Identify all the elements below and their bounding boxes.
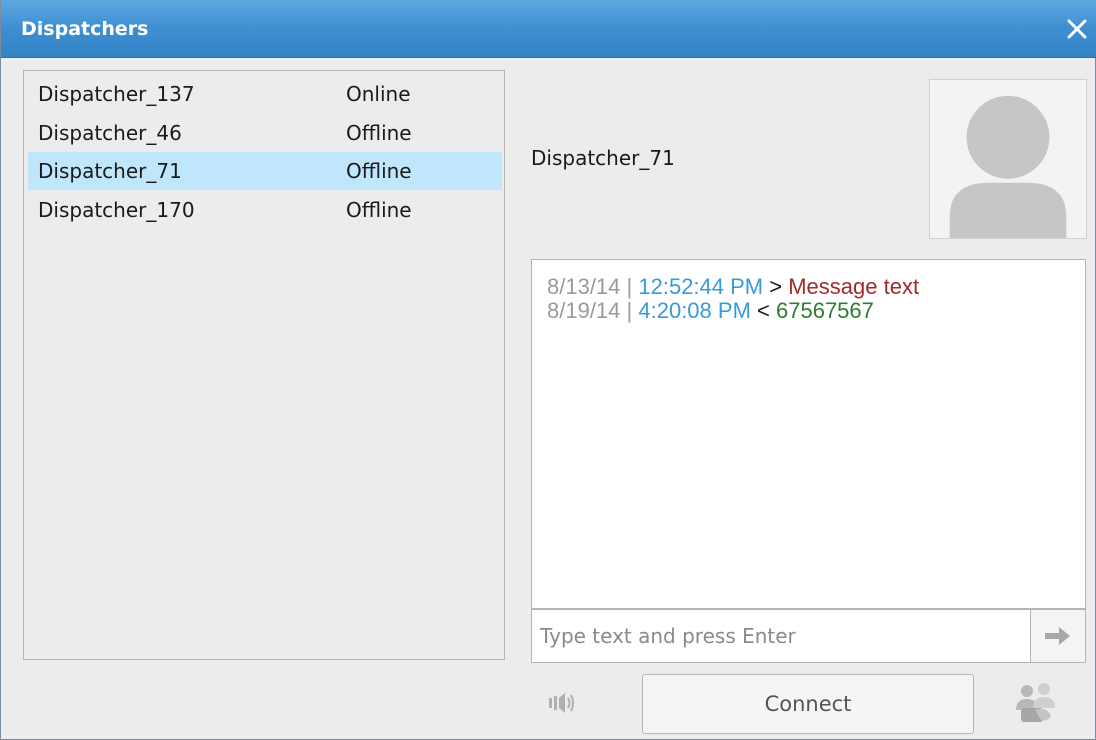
message-separator: | xyxy=(626,274,633,299)
dispatcher-row[interactable]: Dispatcher_137 Online xyxy=(28,75,502,113)
dispatcher-list[interactable]: Dispatcher_137 Online Dispatcher_46 Offline… xyxy=(23,70,505,660)
window-title: Dispatchers xyxy=(21,18,149,40)
group-call-button[interactable] xyxy=(1011,680,1061,726)
dispatcher-row[interactable]: Dispatcher_71 Offline xyxy=(28,152,502,190)
chat-message: 8/19/14 | 4:20:08 PM < 67567567 xyxy=(547,299,1085,323)
selected-dispatcher-name: Dispatcher_71 xyxy=(531,146,675,170)
avatar xyxy=(929,79,1087,239)
dispatcher-status: Offline xyxy=(346,159,412,183)
message-separator: | xyxy=(626,298,633,323)
message-time: 12:52:44 PM xyxy=(638,274,764,299)
dispatchers-window: Dispatchers Dispatcher_137 Online Dispatch… xyxy=(0,0,1096,740)
message-text: Message text xyxy=(788,274,920,299)
chat-history: 8/13/14 | 12:52:44 PM > Message text 8/19… xyxy=(531,259,1086,609)
dispatcher-name: Dispatcher_46 xyxy=(38,120,182,145)
speaker-button[interactable] xyxy=(542,686,582,720)
user-avatar-icon xyxy=(949,95,1067,238)
message-direction: > xyxy=(769,274,783,299)
message-text: 67567567 xyxy=(776,298,874,323)
dispatcher-row[interactable]: Dispatcher_170 Offline xyxy=(28,191,502,229)
speaker-icon xyxy=(549,693,574,713)
message-date: 8/19/14 xyxy=(547,298,621,323)
arrow-right-icon xyxy=(1045,627,1070,645)
dispatcher-status: Online xyxy=(346,82,411,106)
chat-message: 8/13/14 | 12:52:44 PM > Message text xyxy=(547,275,1085,299)
message-date: 8/13/14 xyxy=(547,274,621,299)
connect-button[interactable]: Connect xyxy=(642,674,974,734)
close-icon xyxy=(1067,19,1087,39)
title-bar: Dispatchers xyxy=(1,0,1096,58)
message-input-row xyxy=(531,609,1087,663)
message-input[interactable] xyxy=(531,609,1031,663)
send-button[interactable] xyxy=(1030,609,1086,663)
dispatcher-status: Offline xyxy=(346,120,412,145)
close-button[interactable] xyxy=(1059,10,1095,48)
message-direction: < xyxy=(757,298,770,323)
dispatcher-name: Dispatcher_137 xyxy=(38,82,195,106)
group-call-icon xyxy=(1016,683,1055,722)
dispatcher-row[interactable]: Dispatcher_46 Offline xyxy=(28,114,502,152)
dispatcher-name: Dispatcher_170 xyxy=(38,197,195,222)
dispatcher-status: Offline xyxy=(346,197,412,222)
dispatcher-name: Dispatcher_71 xyxy=(38,159,182,183)
message-time: 4:20:08 PM xyxy=(638,298,751,323)
